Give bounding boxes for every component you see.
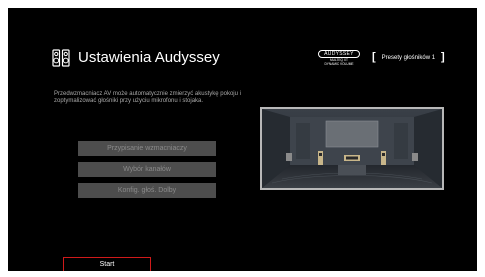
preset-label: Presety głośników 1 — [381, 54, 436, 61]
audyssey-sub: MULTEQ XT DYNAMIC VOLUME — [318, 58, 360, 66]
audyssey-brand: AUDYSSEY — [318, 50, 360, 58]
room-preview-image — [260, 107, 444, 190]
start-button[interactable]: Start — [63, 257, 151, 271]
channel-select-button[interactable]: Wybór kanałów — [78, 162, 216, 177]
setup-screen: Ustawienia Audyssey AUDYSSEY MULTEQ XT D… — [8, 8, 477, 271]
home-theater-room-illustration — [262, 109, 442, 188]
description-text: Przedwzmacniacz AV może automatycznie zm… — [54, 91, 241, 105]
preset-open-bracket: [ — [372, 51, 376, 63]
dolby-speaker-config-button[interactable]: Konfig. głoś. Dolby — [78, 183, 216, 198]
speaker-preset-selector[interactable]: [ Presety głośników 1 ] — [372, 52, 445, 63]
audyssey-logo: AUDYSSEY MULTEQ XT DYNAMIC VOLUME — [318, 50, 360, 68]
preset-close-bracket: ] — [441, 51, 445, 63]
header: Ustawienia Audyssey — [52, 46, 220, 70]
speaker-setup-icon — [52, 49, 70, 67]
audyssey-sub-line-2: DYNAMIC VOLUME — [324, 61, 354, 66]
page-title: Ustawienia Audyssey — [78, 49, 220, 66]
amp-assign-button[interactable]: Przypisanie wzmacniaczy — [78, 141, 216, 156]
